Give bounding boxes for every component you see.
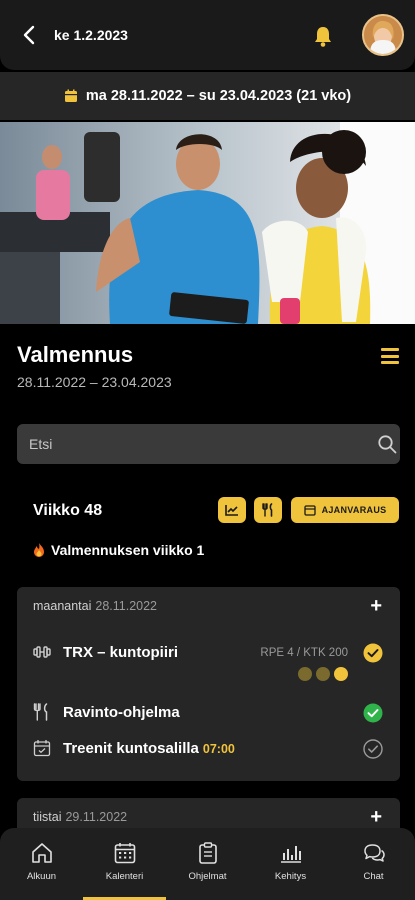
nutrition-item-title[interactable]: Ravinto-ohjelma [63,704,180,721]
day-card: maanantai 28.11.2022 + TRX – kuntopiiri R… [17,587,400,781]
page-title: Valmennus [17,342,134,367]
nav-progress[interactable]: Kehitys [249,828,332,900]
rpe-value: RPE 4 / KTK 200 [260,647,348,659]
current-date: ke 1.2.2023 [54,27,128,43]
period-range-text: ma 28.11.2022 – su 23.04.2023 (21 vko) [85,88,352,104]
gym-item-title: Treenit kuntosalilla [63,740,199,757]
week-stats-button[interactable] [218,497,246,523]
home-icon [31,843,52,863]
hamburger-menu-icon[interactable] [381,348,399,364]
gym-item-time: 07:00 [202,742,235,756]
hero-image [0,122,415,324]
check-circle-outline-icon[interactable] [363,739,383,759]
bell-icon[interactable] [312,24,334,48]
top-bar: ke 1.2.2023 [0,0,415,70]
face-icon [298,667,312,681]
back-arrow-icon[interactable] [20,24,40,46]
clipboard-icon [198,842,217,864]
calendar-icon [303,505,316,516]
chat-icon [363,844,385,862]
check-circle-icon[interactable] [363,643,383,663]
nav-home[interactable]: Alkuun [0,828,83,900]
search-icon[interactable] [377,434,397,454]
week-label: Viikko 48 [33,502,103,519]
nav-label: Chat [363,871,384,882]
face-icon [316,667,330,681]
check-circle-icon[interactable] [363,703,383,723]
smile-face-icon [334,667,348,681]
search-input[interactable] [29,424,349,464]
day-name: tiistai [33,810,62,824]
nav-programs[interactable]: Ohjelmat [166,828,249,900]
search-bar [17,424,400,464]
day-date: 28.11.2022 [95,599,158,613]
chart-icon [280,846,301,863]
fork-knife-icon [262,503,273,517]
day-header: maanantai 28.11.2022 [33,599,157,613]
nav-calendar[interactable]: Kalenteri [83,828,166,900]
dumbbell-icon [33,646,51,658]
week-nutrition-button[interactable] [254,497,282,523]
fork-knife-icon [33,703,48,721]
bottom-navigation: Alkuun Kalenteri Ohjelmat Kehitys Chat [0,828,415,900]
booking-label: AJANVARAUS [321,505,387,515]
mood-faces [298,667,348,681]
day-name: maanantai [33,599,92,613]
calendar-icon [64,89,77,102]
gym-item[interactable]: Treenit kuntosalilla 07:00 [63,740,235,757]
coaching-week-text: Valmennuksen viikko 1 [51,542,205,558]
nav-chat[interactable]: Chat [332,828,415,900]
add-item-button[interactable]: + [370,596,382,616]
coaching-week: Valmennuksen viikko 1 [33,542,204,558]
calendar-check-icon [33,740,51,757]
nav-label: Alkuun [26,871,57,882]
period-range[interactable]: ma 28.11.2022 – su 23.04.2023 (21 vko) [0,72,415,120]
day-header: tiistai 29.11.2022 [33,810,127,824]
day-date: 29.11.2022 [65,810,128,824]
booking-button[interactable]: AJANVARAUS [291,497,399,523]
add-item-button[interactable]: + [370,807,382,827]
fire-icon [34,543,44,557]
avatar[interactable] [362,14,404,56]
nav-label: Kehitys [274,871,307,882]
calendar-icon [114,843,135,864]
workout-item-title[interactable]: TRX – kuntopiiri [63,644,178,661]
stats-icon [225,505,238,516]
nav-label: Ohjelmat [188,871,227,882]
nav-label: Kalenteri [105,871,144,882]
page-subtitle-dates: 28.11.2022 – 23.04.2023 [17,374,172,390]
